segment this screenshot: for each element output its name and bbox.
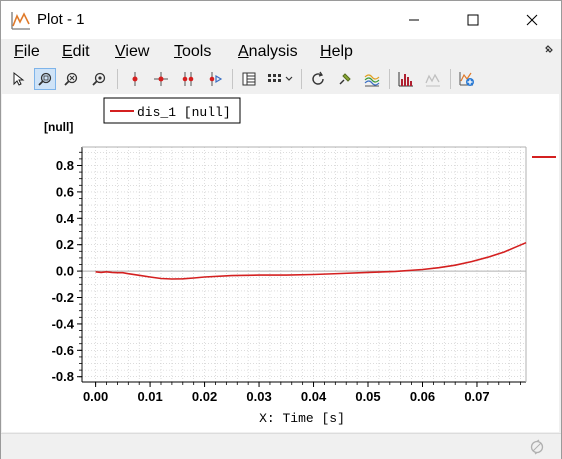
two-markers-icon xyxy=(182,72,194,86)
zoom-fit-button[interactable] xyxy=(88,68,110,90)
x-tick-label: 0.07 xyxy=(464,389,489,404)
menu-analysis[interactable]: Analysis xyxy=(238,43,298,61)
add-plot-button[interactable] xyxy=(456,68,478,90)
pin-button[interactable] xyxy=(334,68,356,90)
x-tick-label: 0.02 xyxy=(192,389,217,404)
y-tick-label: 0.2 xyxy=(56,237,74,252)
minimize-button[interactable] xyxy=(391,1,437,39)
marker-icon xyxy=(132,72,138,86)
menu-help-label: elp xyxy=(331,43,353,60)
y-tick-label: 0.6 xyxy=(56,184,74,199)
crosshair-icon xyxy=(154,72,168,86)
refresh-icon xyxy=(312,71,324,85)
legend-label-dis-1: dis_1 [null] xyxy=(137,105,231,120)
sync-status-icon xyxy=(530,439,544,455)
menu-file-label: ile xyxy=(23,43,40,60)
title-bar: Plot - 1 xyxy=(1,1,561,39)
menu-help[interactable]: Help xyxy=(320,43,353,61)
add-plot-icon xyxy=(459,72,474,86)
menu-file[interactable]: File xyxy=(14,43,40,61)
marker-play-button[interactable] xyxy=(204,68,226,90)
table-icon xyxy=(242,72,256,86)
maximize-button[interactable] xyxy=(450,1,496,39)
menu-tools[interactable]: Tools xyxy=(174,43,211,61)
curves-button[interactable] xyxy=(361,68,383,90)
x-tick-label: 0.03 xyxy=(246,389,271,404)
toolbar-separator xyxy=(301,69,302,89)
zoom-out-button[interactable] xyxy=(60,68,82,90)
two-markers-button[interactable] xyxy=(177,68,199,90)
status-bar xyxy=(1,433,561,459)
plot-area[interactable]: 0.8 0.6 0.4 0.2 0.0 -0.2 -0.4 -0.6 -0.8 0.00 0.01 0… xyxy=(2,94,559,432)
x-tick-label: 0.06 xyxy=(410,389,435,404)
grid-layout-dropdown[interactable] xyxy=(264,68,296,90)
y-tick-label: -0.2 xyxy=(52,290,74,305)
pointer-icon xyxy=(13,71,25,86)
x-tick-label: 0.05 xyxy=(355,389,380,404)
menu-analysis-label: nalysis xyxy=(248,43,298,60)
y-tick-label: 0.4 xyxy=(56,211,75,226)
close-button[interactable] xyxy=(509,1,555,39)
x-tick-label: 0.01 xyxy=(137,389,162,404)
y-tick-label: 0.0 xyxy=(56,264,74,279)
bar-histogram-icon xyxy=(398,72,413,87)
plot-window: Plot - 1 File Edit View Tools Analysis H… xyxy=(0,0,562,459)
curve-disabled-button[interactable] xyxy=(422,68,444,90)
zoom-region-button[interactable] xyxy=(34,68,56,90)
menu-view-label: iew xyxy=(125,43,150,60)
toolbar-separator xyxy=(389,69,390,89)
zoom-out-icon xyxy=(64,72,78,86)
maximize-icon xyxy=(467,14,479,26)
menu-file-mnemonic: F xyxy=(14,43,24,60)
pin-icon xyxy=(339,73,351,85)
line-chart[interactable]: 0.8 0.6 0.4 0.2 0.0 -0.2 -0.4 -0.6 -0.8 0.00 0.01 0… xyxy=(2,94,559,432)
table-button[interactable] xyxy=(238,68,260,90)
chart-legend[interactable]: dis_1 [null] xyxy=(103,97,241,124)
y-tick-label: -0.4 xyxy=(52,316,75,331)
menu-analysis-mnemonic: A xyxy=(238,43,249,60)
menu-view[interactable]: View xyxy=(115,43,149,61)
plot-app-icon xyxy=(11,12,30,30)
curve-disabled-icon xyxy=(425,73,440,87)
marker-button[interactable] xyxy=(124,68,146,90)
menu-view-mnemonic: V xyxy=(115,43,126,60)
select-tool-button[interactable] xyxy=(8,68,30,90)
menu-edit[interactable]: Edit xyxy=(62,43,90,61)
toolbar-separator xyxy=(450,69,451,89)
minimize-icon xyxy=(409,19,419,21)
zoom-region-icon xyxy=(38,72,52,86)
close-icon xyxy=(526,14,538,26)
toolbar-separator xyxy=(232,69,233,89)
y-axis-label: [null] xyxy=(44,120,73,134)
y-tick-label: -0.8 xyxy=(52,369,74,384)
y-tick-label: 0.8 xyxy=(56,158,74,173)
window-title: Plot - 1 xyxy=(37,11,85,28)
x-axis-label: X: Time [s] xyxy=(259,411,345,426)
toolbar xyxy=(1,65,561,93)
menu-edit-label: dit xyxy=(72,43,90,60)
menu-tools-label: ools xyxy=(182,43,212,60)
menu-help-mnemonic: H xyxy=(320,43,332,60)
histogram-button[interactable] xyxy=(395,68,417,90)
y-tick-label: -0.6 xyxy=(52,343,74,358)
menu-edit-mnemonic: E xyxy=(62,43,73,60)
menu-bar: File Edit View Tools Analysis Help xyxy=(1,39,561,65)
menu-tools-mnemonic: T xyxy=(174,43,182,60)
crosshair-button[interactable] xyxy=(150,68,172,90)
zoom-fit-icon xyxy=(92,72,106,86)
x-tick-label: 0.00 xyxy=(83,389,108,404)
toolbar-separator xyxy=(117,69,118,89)
grid-layout-icon xyxy=(268,74,293,82)
x-tick-label: 0.04 xyxy=(301,389,327,404)
pin-window-icon[interactable] xyxy=(543,43,555,55)
marker-play-icon xyxy=(209,72,223,86)
refresh-button[interactable] xyxy=(307,68,329,90)
curves-icon xyxy=(364,74,380,87)
